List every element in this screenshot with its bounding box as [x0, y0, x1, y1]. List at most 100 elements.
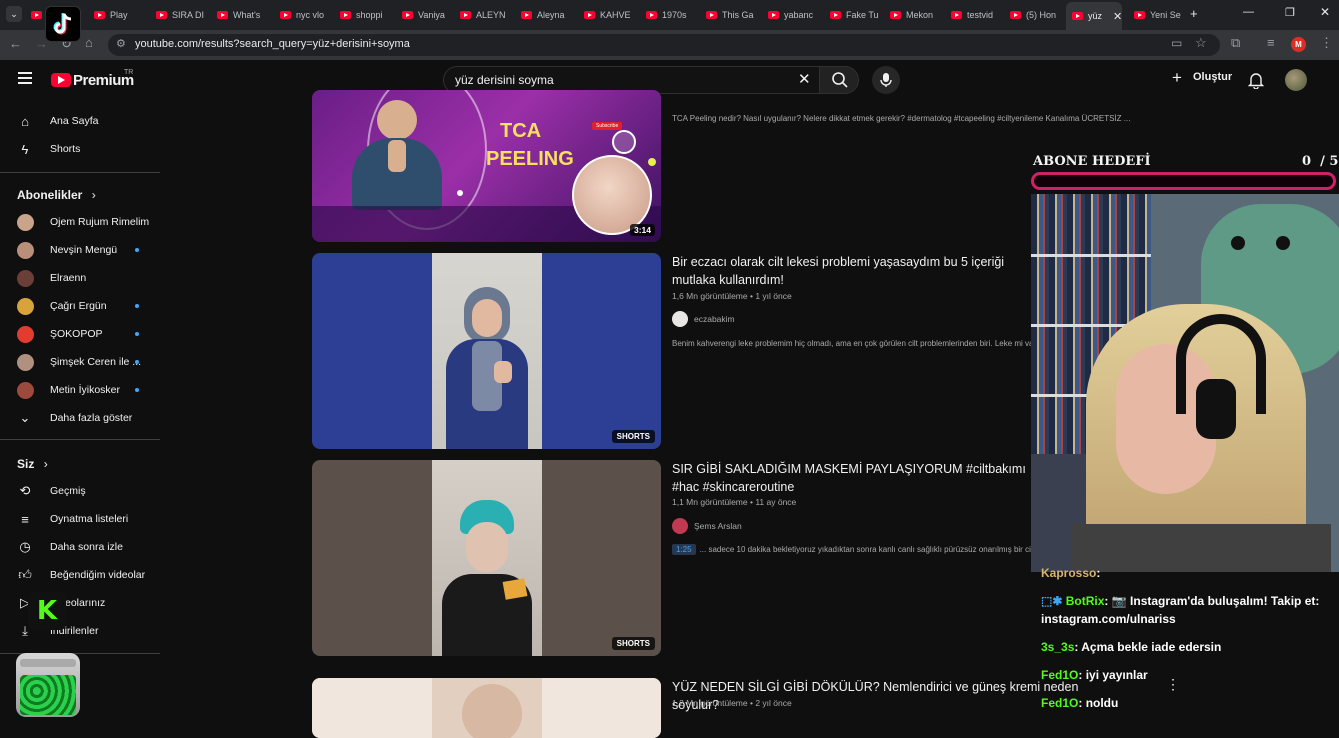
- media-control-icon[interactable]: ≡: [1267, 35, 1275, 50]
- browser-tab[interactable]: SIRA DI: [150, 4, 205, 26]
- you-heading[interactable]: Siz ›: [17, 457, 48, 471]
- more-actions-icon[interactable]: ⋮: [1166, 676, 1180, 693]
- sidebar-channel-item[interactable]: ŞOKOPOP: [0, 320, 160, 348]
- create-button[interactable]: Oluştur: [1193, 71, 1232, 83]
- tab-search-button[interactable]: ⌄: [6, 6, 22, 22]
- new-tab-button[interactable]: +: [1190, 6, 1198, 21]
- search-query-text[interactable]: yüz derisini soyma: [455, 73, 554, 87]
- browser-tab[interactable]: yüz ✕: [1066, 2, 1122, 30]
- kick-logo-icon: K: [28, 592, 66, 630]
- browser-tab[interactable]: Yeni Se: [1128, 4, 1183, 26]
- channel-avatar: [17, 213, 34, 231]
- profile-avatar[interactable]: M: [1291, 37, 1306, 52]
- browser-menu-icon[interactable]: ⋮: [1320, 35, 1333, 51]
- sidebar-item-liked-videos[interactable]: 👍︎ Beğendiğim videolar: [0, 561, 160, 589]
- bot-badge-icon: ⬚✱: [1041, 594, 1066, 608]
- video-title[interactable]: SIR GİBİ SAKLADIĞIM MASKEMİ PAYLAŞIYORUM…: [672, 460, 1042, 496]
- browser-tab[interactable]: KAHVE: [578, 4, 633, 26]
- sidebar-channel-item[interactable]: Çağrı Ergün: [0, 292, 160, 320]
- browser-tab[interactable]: yabanc: [762, 4, 817, 26]
- new-content-dot: [135, 388, 139, 392]
- browser-tab[interactable]: What's: [211, 4, 267, 26]
- hamburger-menu-icon[interactable]: [18, 72, 32, 84]
- notifications-bell-icon[interactable]: [1248, 71, 1264, 89]
- sidebar-channel-item[interactable]: Elraenn: [0, 264, 160, 292]
- sidebar-item-watch-later[interactable]: ◷ Daha sonra izle: [0, 533, 160, 561]
- sidebar-divider: [0, 172, 160, 173]
- youtube-favicon-icon: [646, 11, 657, 19]
- youtube-favicon-icon: [280, 11, 291, 19]
- sidebar-item-playlists[interactable]: ≡ Oynatma listeleri: [0, 505, 160, 533]
- video-thumbnail[interactable]: [312, 678, 661, 738]
- channel-link[interactable]: eczabakim: [672, 311, 735, 327]
- channel-link[interactable]: Şems Arslan: [672, 518, 742, 534]
- bookmark-star-icon[interactable]: ☆: [1195, 35, 1207, 51]
- chat-message: Fed1O: noldu: [1041, 696, 1119, 710]
- browser-tab[interactable]: Mekon: [884, 4, 939, 26]
- browser-tab[interactable]: ALEYN: [454, 4, 509, 26]
- browser-tab[interactable]: This Ga: [700, 4, 755, 26]
- tab-label: KAHVE: [600, 10, 631, 20]
- create-plus-icon: +: [1172, 68, 1182, 87]
- minimize-button[interactable]: —: [1243, 6, 1254, 18]
- install-app-icon[interactable]: ▭: [1171, 36, 1182, 50]
- youtube-logo-icon[interactable]: [51, 73, 71, 87]
- account-avatar[interactable]: [1285, 69, 1307, 91]
- search-button[interactable]: [819, 66, 859, 94]
- home-icon[interactable]: ⌂: [85, 35, 93, 50]
- browser-tab[interactable]: (5) Hon: [1004, 4, 1059, 26]
- new-content-dot: [135, 360, 139, 364]
- video-thumbnail[interactable]: SHORTS: [312, 460, 661, 656]
- chat-username: BotRix: [1065, 594, 1105, 608]
- url-text[interactable]: youtube.com/results?search_query=yüz+der…: [135, 38, 410, 50]
- woman-figure: [432, 253, 542, 449]
- sidebar-channel-item[interactable]: Ojem Rujum Rimelim: [0, 208, 160, 236]
- logo-region: TR: [124, 69, 134, 76]
- browser-tab[interactable]: Aleyna: [515, 4, 570, 26]
- tab-label: yabanc: [784, 10, 814, 20]
- clear-search-icon[interactable]: ✕: [798, 70, 811, 88]
- youtube-favicon-icon: [460, 11, 471, 19]
- browser-tab[interactable]: Vaniya: [396, 4, 448, 26]
- browser-tab[interactable]: shoppi: [334, 4, 389, 26]
- browser-tab[interactable]: Play: [88, 4, 143, 26]
- sidebar-channel-item[interactable]: Şimşek Ceren ile ...: [0, 348, 160, 376]
- voice-search-button[interactable]: [872, 66, 900, 94]
- video-title[interactable]: Bir eczacı olarak cilt lekesi problemi y…: [672, 253, 1042, 289]
- chapter-timestamp[interactable]: 1:25: [672, 544, 696, 555]
- sidebar-item-home[interactable]: ⌂ Ana Sayfa: [0, 107, 160, 135]
- sidebar-item-history[interactable]: ⟲ Geçmiş: [0, 477, 160, 505]
- thumbs-up-icon: 👍︎: [18, 567, 32, 582]
- channel-name: Metin İyikosker: [50, 384, 121, 396]
- browser-tab[interactable]: testvid: [945, 4, 997, 26]
- subscriptions-heading[interactable]: Abonelikler ›: [17, 188, 96, 202]
- sidebar-item-downloads[interactable]: ⤓ İndirilenler: [0, 617, 160, 645]
- show-more-button[interactable]: ⌄ Daha fazla göster: [0, 404, 160, 432]
- browser-tab[interactable]: nyc vlo: [274, 4, 329, 26]
- youtube-favicon-icon: [830, 11, 841, 19]
- browser-tab[interactable]: 1970s: [640, 4, 694, 26]
- doctor-figure: [342, 100, 452, 210]
- browser-tab[interactable]: Fake Tu: [824, 4, 878, 26]
- sidebar-channel-item[interactable]: Metin İyikosker: [0, 376, 160, 404]
- sidebar-item-your-videos[interactable]: ▷ Videolarınız: [0, 589, 160, 617]
- channel-name: ŞOKOPOP: [50, 328, 103, 340]
- tab-label: (5) Hon: [1026, 10, 1057, 20]
- close-tab-icon[interactable]: ✕: [1113, 10, 1122, 23]
- site-info-icon[interactable]: ⚙: [116, 37, 126, 50]
- back-icon[interactable]: ←: [9, 36, 22, 51]
- tab-label: Aleyna: [537, 10, 565, 20]
- video-thumbnail[interactable]: SHORTS: [312, 253, 661, 449]
- search-icon: [832, 72, 848, 88]
- extensions-icon[interactable]: ⧉: [1231, 35, 1240, 51]
- channel-name: Nevşin Mengü: [50, 244, 118, 256]
- channel-avatar: [17, 269, 34, 287]
- youtube-favicon-icon: [521, 11, 532, 19]
- youtube-favicon-icon: [706, 11, 717, 19]
- close-window-button[interactable]: ✕: [1320, 5, 1330, 19]
- mic-icon: [880, 73, 892, 87]
- sidebar-item-shorts[interactable]: ϟ Shorts: [0, 135, 160, 163]
- maximize-button[interactable]: ❐: [1285, 6, 1295, 19]
- video-thumbnail[interactable]: TCA PEELING Subscribe 3:14: [312, 90, 661, 242]
- sidebar-channel-item[interactable]: Nevşin Mengü: [0, 236, 160, 264]
